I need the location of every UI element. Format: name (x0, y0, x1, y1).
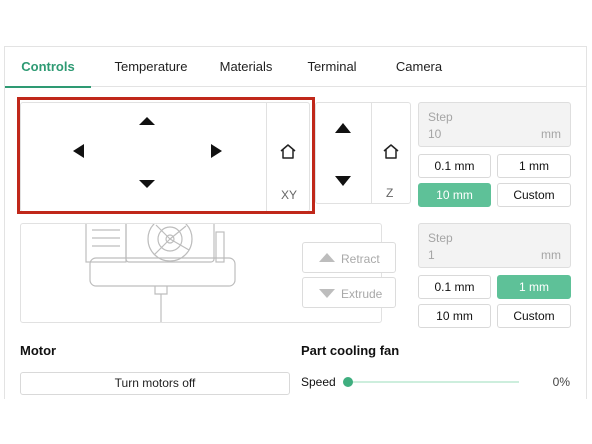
fan-speed-value: 0% (552, 375, 570, 389)
jog-step-10mm-button[interactable]: 10 mm (418, 183, 491, 207)
z-axis-label: Z (386, 186, 394, 200)
retract-arrow-icon (319, 253, 335, 262)
jog-y-plus-icon[interactable] (139, 117, 155, 125)
xy-divider (266, 103, 267, 211)
controls-panel: Controls Temperature Materials Terminal … (4, 46, 587, 399)
jog-step-custom-button[interactable]: Custom (497, 183, 571, 207)
turn-motors-off-button[interactable]: Turn motors off (20, 372, 290, 395)
z-divider (371, 103, 372, 203)
tab-camera[interactable]: Camera (388, 47, 450, 87)
jog-x-plus-icon[interactable] (211, 144, 222, 158)
jog-x-minus-icon[interactable] (73, 144, 84, 158)
extrude-arrow-icon (319, 289, 335, 298)
motor-section-title: Motor (20, 343, 57, 358)
jog-z-minus-icon[interactable] (335, 176, 351, 186)
jog-step-unit: mm (541, 127, 561, 141)
extrude-step-input[interactable]: Step 1 mm (418, 223, 571, 268)
home-z-icon[interactable] (382, 143, 400, 160)
tab-terminal[interactable]: Terminal (301, 47, 363, 87)
extrude-step-1mm-button[interactable]: 1 mm (497, 275, 571, 299)
extrude-step-custom-button[interactable]: Custom (497, 304, 571, 328)
extrude-step-10mm-button[interactable]: 10 mm (418, 304, 491, 328)
extrude-step-unit: mm (541, 248, 561, 262)
tab-controls[interactable]: Controls (5, 47, 91, 88)
jog-step-label: Step (428, 110, 453, 124)
z-jog-pad: Z (315, 102, 411, 204)
extrude-step-0-1mm-button[interactable]: 0.1 mm (418, 275, 491, 299)
fan-speed-label: Speed (301, 375, 336, 389)
extrude-button[interactable]: Extrude (302, 277, 396, 308)
tab-bar: Controls Temperature Materials Terminal … (5, 47, 586, 88)
extruder-panel (20, 223, 382, 323)
jog-step-1mm-button[interactable]: 1 mm (497, 154, 571, 178)
xy-axis-label: XY (281, 188, 298, 202)
fan-section-title: Part cooling fan (301, 343, 400, 358)
jog-step-value: 10 (428, 127, 442, 141)
jog-y-minus-icon[interactable] (139, 180, 155, 188)
tab-temperature[interactable]: Temperature (101, 47, 201, 87)
extrude-step-value: 1 (428, 248, 435, 262)
retract-label: Retract (341, 252, 380, 266)
retract-button[interactable]: Retract (302, 242, 396, 273)
print-head-icon (85, 224, 236, 322)
fan-speed-slider-thumb[interactable] (343, 377, 353, 387)
extrude-label: Extrude (341, 287, 383, 301)
jog-step-input[interactable]: Step 10 mm (418, 102, 571, 147)
jog-z-plus-icon[interactable] (335, 123, 351, 133)
home-xy-icon[interactable] (279, 143, 297, 160)
tab-materials[interactable]: Materials (211, 47, 281, 87)
fan-speed-slider-track[interactable] (345, 381, 519, 383)
extrude-step-label: Step (428, 231, 453, 245)
jog-step-0-1mm-button[interactable]: 0.1 mm (418, 154, 491, 178)
xy-jog-pad: XY (20, 102, 310, 212)
